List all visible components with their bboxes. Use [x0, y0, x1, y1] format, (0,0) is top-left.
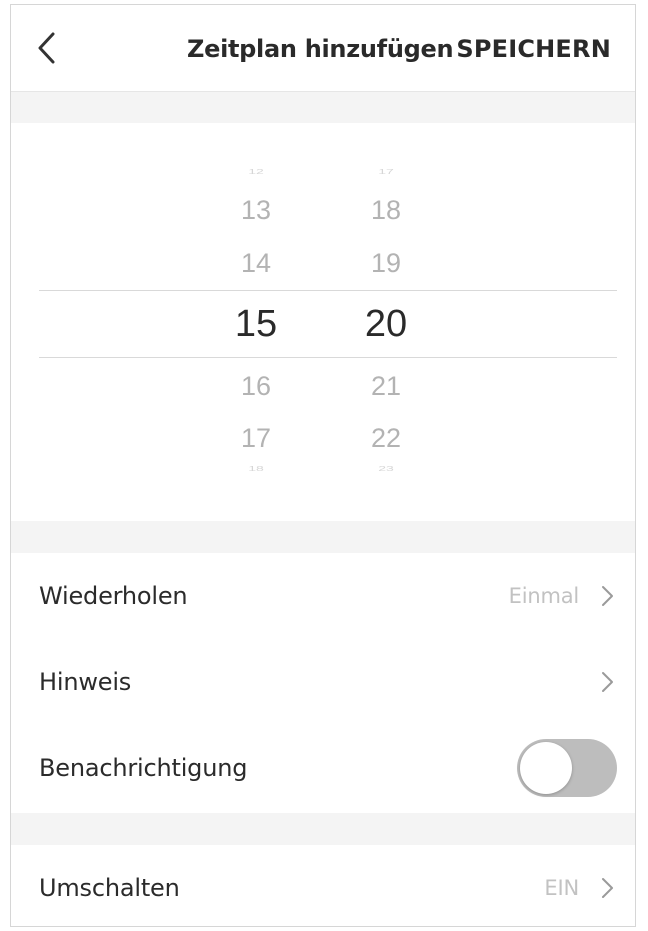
hour-option[interactable]: 13: [211, 195, 301, 226]
chevron-left-icon: [38, 32, 55, 64]
hour-option[interactable]: 17: [211, 423, 301, 454]
switch-label: Umschalten: [39, 874, 180, 902]
minute-option[interactable]: 23: [341, 464, 431, 473]
notification-row: Benachrichtigung: [11, 725, 635, 811]
app-screen: Zeitplan hinzufügen SPEICHERN 12 13 14 1…: [10, 4, 636, 927]
section-spacer: [11, 813, 635, 845]
section-spacer: [11, 92, 635, 123]
minute-option[interactable]: 21: [341, 371, 431, 402]
chevron-right-icon: [602, 586, 613, 606]
switch-value: EIN: [544, 876, 579, 900]
minute-option[interactable]: 17: [341, 167, 431, 176]
hour-option[interactable]: 14: [211, 248, 301, 279]
hour-option[interactable]: 18: [211, 464, 301, 473]
time-picker: 12 13 14 15 16 17 18 17 18 19 20 21 22 2…: [11, 123, 635, 521]
back-button[interactable]: [33, 31, 63, 65]
section-spacer: [11, 521, 635, 553]
toggle-knob: [520, 742, 572, 794]
save-button[interactable]: SPEICHERN: [456, 35, 611, 63]
hour-option[interactable]: 12: [211, 167, 301, 176]
minute-selected[interactable]: 20: [341, 303, 431, 346]
chevron-right-icon: [602, 672, 613, 692]
minute-option[interactable]: 19: [341, 248, 431, 279]
picker-selection-line-top: [39, 290, 617, 291]
repeat-row[interactable]: Wiederholen Einmal: [11, 553, 635, 639]
chevron-right-icon: [602, 878, 613, 898]
hour-option[interactable]: 16: [211, 371, 301, 402]
minute-wheel[interactable]: 17 18 19 20 21 22 23: [341, 123, 431, 521]
header-bar: Zeitplan hinzufügen SPEICHERN: [11, 5, 635, 92]
notification-label: Benachrichtigung: [39, 754, 248, 782]
page-title: Zeitplan hinzufügen: [187, 35, 454, 63]
switch-row[interactable]: Umschalten EIN: [11, 845, 635, 926]
minute-option[interactable]: 22: [341, 423, 431, 454]
notification-toggle[interactable]: [517, 739, 617, 797]
note-row[interactable]: Hinweis: [11, 639, 635, 725]
hour-selected[interactable]: 15: [211, 303, 301, 346]
picker-selection-line-bottom: [39, 357, 617, 358]
minute-option[interactable]: 18: [341, 195, 431, 226]
repeat-label: Wiederholen: [39, 582, 188, 610]
hour-wheel[interactable]: 12 13 14 15 16 17 18: [211, 123, 301, 521]
repeat-value: Einmal: [508, 584, 580, 608]
note-label: Hinweis: [39, 668, 132, 696]
